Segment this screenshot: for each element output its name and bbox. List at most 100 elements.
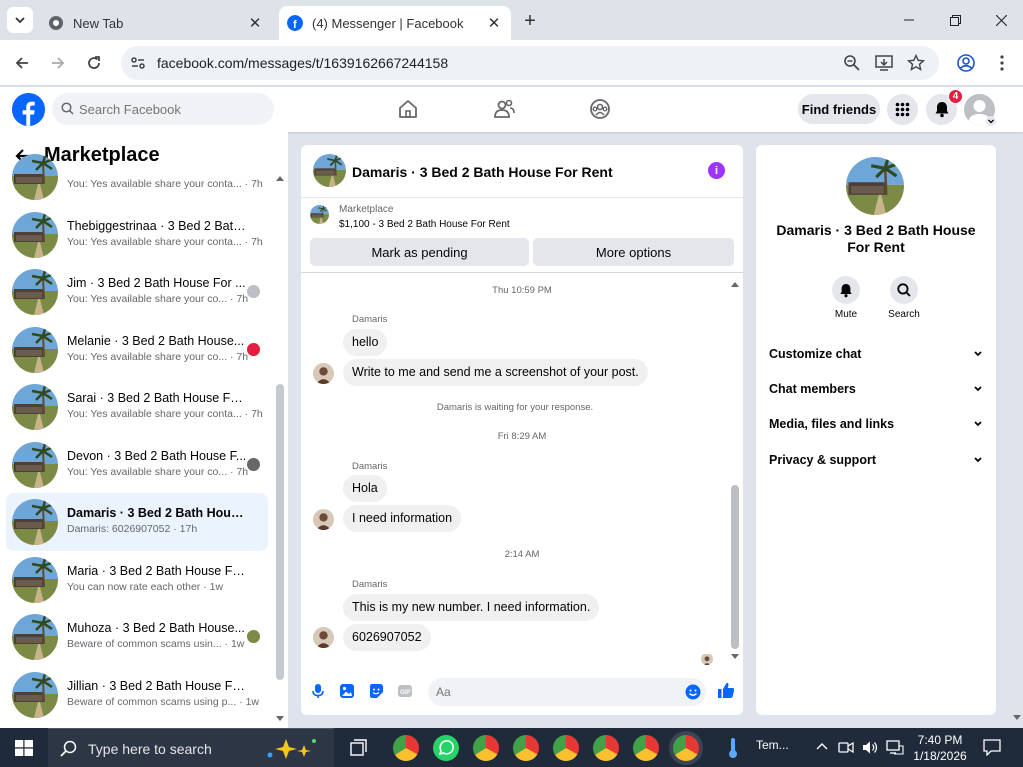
forward-button[interactable]	[45, 50, 71, 76]
chrome-profile-taskbar-icon[interactable]	[473, 735, 499, 761]
conversation-name: Sarai · 3 Bed 2 Bath House For ...	[67, 391, 247, 405]
message-input-box[interactable]	[428, 678, 706, 706]
microphone-icon[interactable]	[310, 683, 326, 699]
message-bubble[interactable]: I need information	[343, 505, 462, 532]
listing-thumbnail[interactable]	[313, 154, 346, 187]
message-bubble[interactable]: Hola	[343, 475, 387, 502]
windows-start-icon[interactable]	[15, 740, 33, 756]
svg-text:GIF: GIF	[400, 689, 411, 696]
network-icon[interactable]	[886, 740, 904, 755]
chat-members-section[interactable]: Chat members	[769, 382, 983, 402]
chrome-profile-taskbar-icon[interactable]	[513, 735, 539, 761]
system-clock[interactable]: 7:40 PM 1/18/2026	[908, 732, 972, 764]
message-bubble[interactable]: 6026907052	[343, 624, 431, 651]
privacy-support-section[interactable]: Privacy & support	[769, 453, 983, 473]
chat-scrollbar[interactable]	[731, 485, 739, 649]
mark-as-pending-button[interactable]: Mark as pending	[310, 238, 529, 266]
sidebar-scrollbar[interactable]	[276, 384, 284, 680]
conversation-item[interactable]: Jim · 3 Bed 2 Bath House For ... You: Yes…	[6, 263, 268, 321]
thumbs-up-icon[interactable]	[717, 681, 735, 699]
profile-button[interactable]	[953, 50, 979, 76]
install-app-icon[interactable]	[875, 54, 893, 72]
listing-thumbnail	[12, 269, 58, 315]
listing-price-title: $1,100 - 3 Bed 2 Bath House For Rent	[339, 219, 510, 230]
groups-icon[interactable]	[588, 97, 612, 121]
conversation-item[interactable]: You: Yes available share your conta... ·…	[6, 148, 268, 206]
gif-icon[interactable]: GIF	[397, 683, 413, 699]
speaker-icon[interactable]	[862, 740, 878, 755]
search-in-chat-button[interactable]: Search	[884, 276, 924, 320]
address-bar[interactable]: facebook.com/messages/t/1639162667244158	[121, 46, 939, 80]
conversation-item[interactable]: Melanie · 3 Bed 2 Bath House... You: Yes …	[6, 321, 268, 379]
conversation-preview: You: Yes available share your co... · 7h	[67, 350, 249, 363]
weather-text[interactable]: Tem...	[756, 738, 789, 752]
conversation-item[interactable]: Maria · 3 Bed 2 Bath House For ... You ca…	[6, 551, 268, 609]
notifications-center-icon[interactable]	[983, 739, 1001, 756]
sender-avatar[interactable]	[313, 509, 334, 530]
site-info-icon[interactable]	[129, 54, 147, 72]
scroll-up-icon[interactable]	[275, 174, 285, 182]
zoom-icon[interactable]	[843, 54, 861, 72]
chrome-taskbar-icon[interactable]	[393, 735, 419, 761]
bookmark-star-icon[interactable]	[907, 54, 925, 72]
sticker-icon[interactable]	[368, 683, 384, 699]
find-friends-button[interactable]: Find friends	[798, 94, 880, 124]
conversation-item[interactable]: Muhoza · 3 Bed 2 Bath House... Beware of …	[6, 608, 268, 666]
tab-messenger[interactable]: f (4) Messenger | Facebook ✕	[279, 6, 511, 40]
more-options-button[interactable]: More options	[533, 238, 734, 266]
marketplace-listing-row[interactable]: Marketplace $1,100 - 3 Bed 2 Bath House …	[301, 199, 743, 233]
tab-search-button[interactable]	[7, 7, 33, 33]
tab-new-tab[interactable]: New Tab ✕	[40, 6, 272, 40]
whatsapp-taskbar-icon[interactable]	[433, 735, 459, 761]
conversation-item[interactable]: Sarai · 3 Bed 2 Bath House For ... You: Y…	[6, 378, 268, 436]
conversation-item[interactable]: Thebiggestrinaa · 3 Bed 2 Bath ... You: Y…	[6, 206, 268, 264]
friends-icon[interactable]	[492, 97, 516, 121]
search-input[interactable]	[79, 99, 267, 119]
scroll-up-icon[interactable]	[730, 280, 740, 288]
listing-large-thumbnail[interactable]	[846, 157, 904, 215]
menu-button[interactable]	[887, 94, 918, 125]
task-view-icon[interactable]	[350, 739, 369, 757]
close-tab-icon[interactable]: ✕	[246, 14, 264, 32]
conversation-item[interactable]: Damaris · 3 Bed 2 Bath House F... Damaris…	[6, 493, 268, 551]
taskbar-search[interactable]: Type here to search	[48, 728, 334, 767]
chrome-profile-taskbar-icon[interactable]	[593, 735, 619, 761]
conversation-item[interactable]: Devon · 3 Bed 2 Bath House F... You: Yes …	[6, 436, 268, 494]
scroll-down-icon[interactable]	[275, 715, 285, 723]
emoji-icon[interactable]	[685, 684, 701, 700]
scroll-down-icon[interactable]	[730, 653, 740, 661]
media-files-links-section[interactable]: Media, files and links	[769, 417, 983, 437]
thermometer-icon[interactable]	[726, 737, 740, 759]
home-icon[interactable]	[396, 97, 420, 121]
new-tab-button[interactable]: +	[518, 9, 542, 33]
reload-button[interactable]	[81, 50, 107, 76]
info-icon[interactable]: i	[708, 162, 725, 179]
facebook-logo-icon[interactable]	[12, 93, 45, 126]
message-input[interactable]	[436, 683, 666, 701]
meet-now-icon[interactable]	[838, 740, 854, 755]
facebook-search[interactable]	[52, 93, 274, 125]
account-chevron-icon[interactable]	[986, 116, 996, 126]
message-bubble[interactable]: Write to me and send me a screenshot of …	[343, 359, 648, 386]
mute-button[interactable]: Mute	[826, 276, 866, 320]
chrome-profile-taskbar-icon[interactable]	[553, 735, 579, 761]
restore-button[interactable]	[932, 0, 978, 40]
customize-chat-section[interactable]: Customize chat	[769, 347, 983, 367]
sender-avatar[interactable]	[313, 627, 334, 648]
close-tab-icon[interactable]: ✕	[485, 14, 503, 32]
photo-icon[interactable]	[339, 683, 355, 699]
message-bubble[interactable]: hello	[343, 329, 388, 356]
close-window-button[interactable]	[978, 0, 1023, 40]
chrome-active-taskbar-icon[interactable]	[673, 735, 699, 761]
back-button[interactable]	[9, 50, 35, 76]
conversation-item[interactable]: Jillian · 3 Bed 2 Bath House For ... Bewa…	[6, 666, 268, 724]
sender-avatar[interactable]	[313, 363, 334, 384]
page-scroll-down-icon[interactable]	[1012, 714, 1022, 722]
browser-menu-button[interactable]	[989, 50, 1015, 76]
chrome-profile-taskbar-icon[interactable]	[633, 735, 659, 761]
message-bubble[interactable]: This is my new number. I need informatio…	[343, 594, 600, 621]
chat-title[interactable]: Damaris · 3 Bed 2 Bath House For Rent	[352, 164, 613, 180]
chevron-up-icon[interactable]	[816, 742, 828, 750]
minimize-button[interactable]	[886, 0, 932, 40]
url-text[interactable]: facebook.com/messages/t/1639162667244158	[157, 55, 448, 71]
